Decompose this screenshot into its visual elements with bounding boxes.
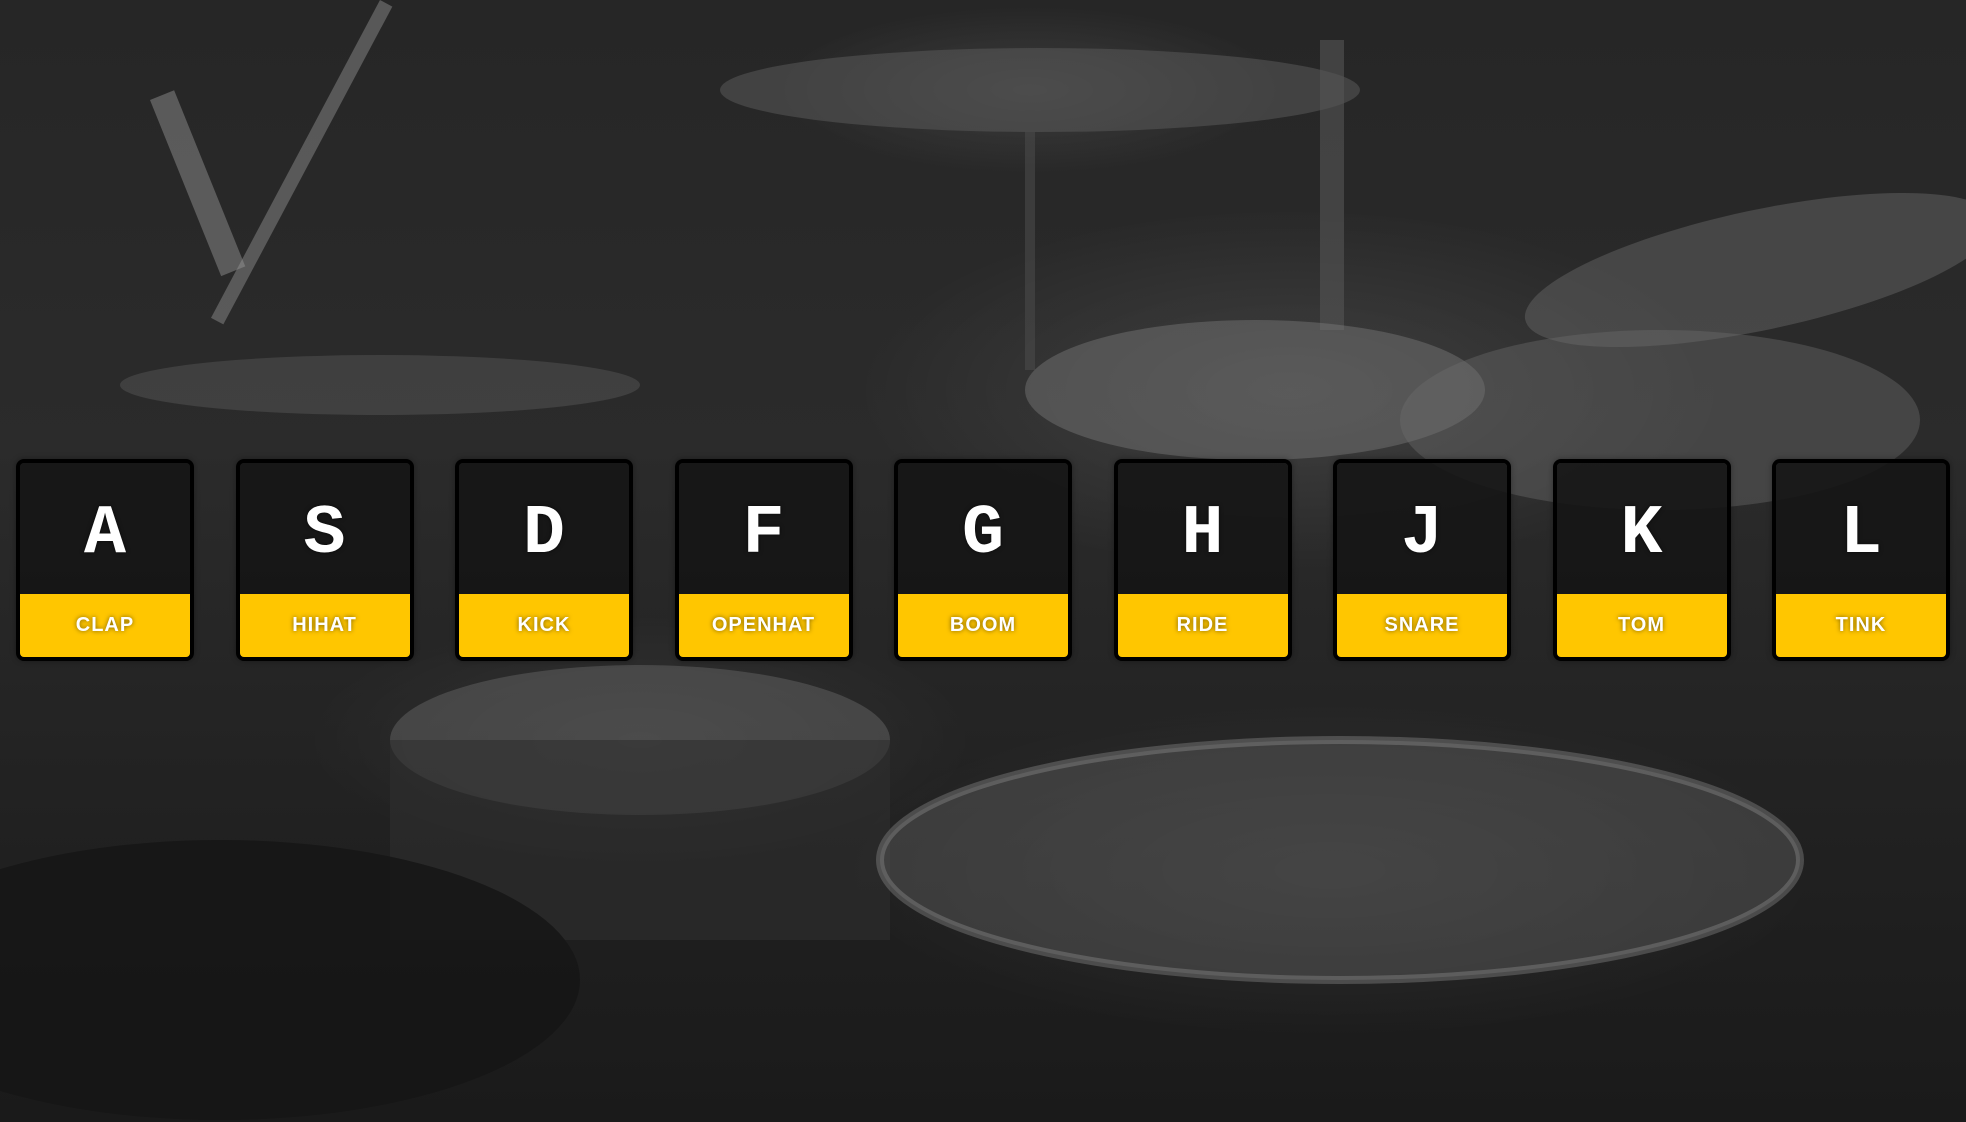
key-letter: L <box>1776 463 1946 594</box>
cymbal-stand-shape <box>1025 110 1035 370</box>
drum-key-l[interactable]: L TINK <box>1772 459 1950 661</box>
sound-label: KICK <box>459 594 629 657</box>
sound-label: TINK <box>1776 594 1946 657</box>
drum-key-d[interactable]: D KICK <box>455 459 633 661</box>
drum-keys-row: A CLAP S HIHAT D KICK F OPENHAT G BOOM H… <box>16 459 1950 661</box>
drum-key-a[interactable]: A CLAP <box>16 459 194 661</box>
key-letter: J <box>1337 463 1507 594</box>
drum-key-g[interactable]: G BOOM <box>894 459 1072 661</box>
drum-key-f[interactable]: F OPENHAT <box>674 459 853 661</box>
drum-key-k[interactable]: K TOM <box>1552 459 1731 661</box>
sound-label: RIDE <box>1117 594 1288 657</box>
sound-label: TOM <box>1556 594 1727 657</box>
sound-label: OPENHAT <box>678 594 849 657</box>
sound-label: HIHAT <box>239 594 410 657</box>
drum-key-s[interactable]: S HIHAT <box>235 459 414 661</box>
drumstick-shape <box>210 0 393 325</box>
key-letter: H <box>1117 463 1288 594</box>
key-letter: F <box>678 463 849 594</box>
hihat-cymbal-shape <box>120 355 640 415</box>
crash-cymbal-shape <box>720 48 1360 132</box>
key-letter: K <box>1556 463 1727 594</box>
key-letter: G <box>898 463 1068 594</box>
key-letter: D <box>459 463 629 594</box>
drum-key-h[interactable]: H RIDE <box>1113 459 1292 661</box>
sound-label: CLAP <box>20 594 190 657</box>
sound-label: SNARE <box>1337 594 1507 657</box>
microphone-shape <box>1320 40 1344 330</box>
drum-kit-page: A CLAP S HIHAT D KICK F OPENHAT G BOOM H… <box>0 0 1966 1122</box>
sound-label: BOOM <box>898 594 1068 657</box>
key-letter: A <box>20 463 190 594</box>
drum-key-j[interactable]: J SNARE <box>1333 459 1511 661</box>
key-letter: S <box>239 463 410 594</box>
microphone-shape <box>150 90 246 277</box>
